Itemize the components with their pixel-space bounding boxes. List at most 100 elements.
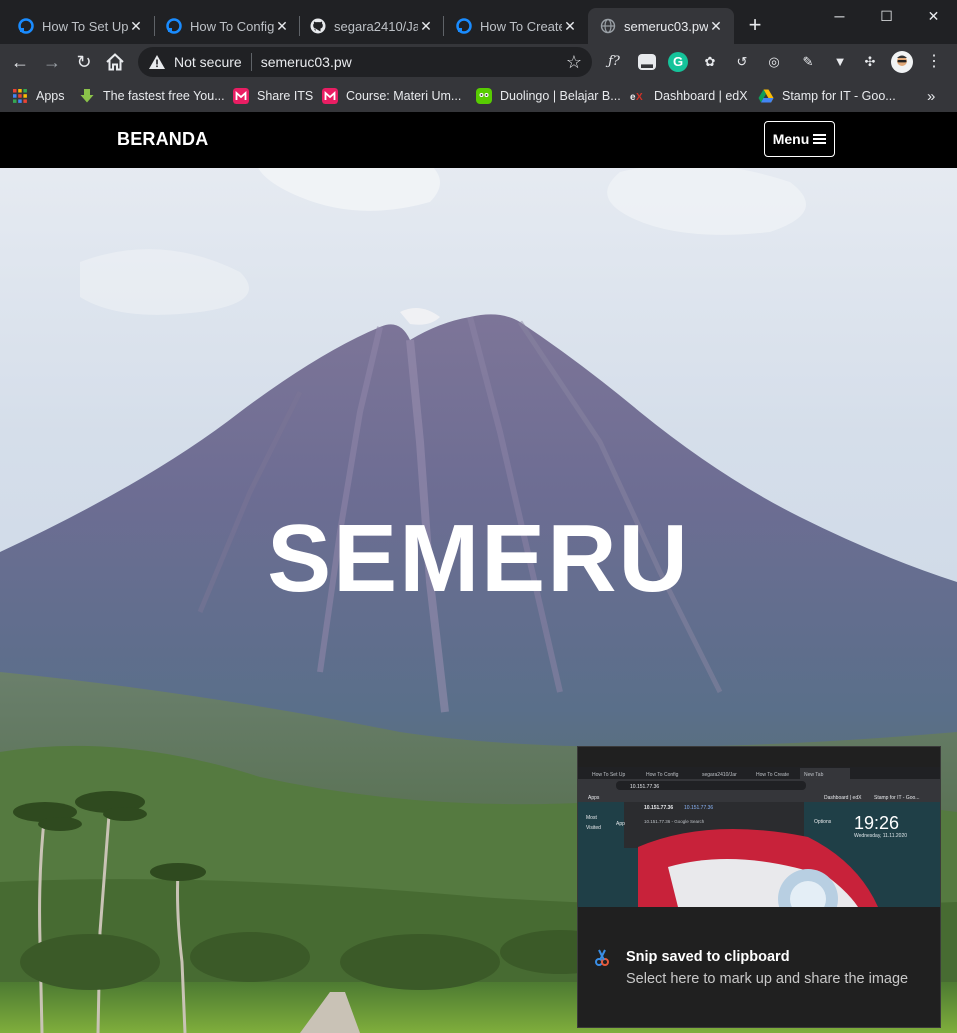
snip-message: Select here to mark up and share the ima… [626, 971, 909, 987]
close-tab-icon[interactable]: ✕ [128, 18, 144, 34]
chat-extension-icon[interactable]: ▬ [638, 54, 656, 71]
thumb-tab-label: segara2410/Jar [702, 772, 737, 778]
svg-text:X: X [636, 92, 643, 103]
digitalocean-icon [456, 18, 472, 34]
close-tab-icon[interactable]: ✕ [274, 18, 290, 34]
reload-icon[interactable]: ↻ [72, 50, 96, 74]
globe-icon [600, 18, 616, 34]
tab-title: How To Set Up [42, 18, 128, 34]
tab-title: semeruc03.pw [624, 18, 708, 34]
m-logo-icon [322, 88, 338, 104]
github-icon [310, 18, 326, 34]
bookmarks-bar: Apps The fastest free You... Share ITS C… [0, 80, 957, 113]
vee-extension-icon[interactable]: ▼ [830, 52, 850, 72]
thumb-bookmark-label: Dashboard | edX [824, 795, 862, 801]
thumb-suggestion: 10.151.77.36 - Google Search [644, 819, 705, 824]
thumb-bookmark-label: Stamp for IT - Goo... [874, 795, 919, 801]
snip-notification[interactable]: How To Set Up How To Config segara2410/J… [577, 746, 941, 1028]
digitalocean-icon [166, 18, 182, 34]
thumb-tab-label: New Tab [804, 772, 824, 778]
tab-title: segara2410/Jar [334, 18, 418, 34]
download-arrow-icon [80, 89, 94, 103]
menu-label: Menu [772, 131, 810, 147]
thumb-app-label: App [616, 821, 625, 827]
bookmark-duolingo[interactable]: Duolingo | Belajar B... [476, 85, 621, 107]
back-icon[interactable]: ← [8, 50, 32, 74]
formula-extension-icon[interactable]: ƒ? [604, 52, 624, 72]
paw-extension-icon[interactable]: ✿ [700, 52, 720, 72]
bookmark-apps[interactable]: Apps [12, 85, 65, 107]
thumb-most-visited: Most [586, 815, 597, 821]
close-tab-icon[interactable]: ✕ [562, 18, 578, 34]
bookmark-label: Dashboard | edX [654, 89, 748, 103]
thumb-clock: 19:26 [854, 813, 899, 833]
tab-semeruc03[interactable]: semeruc03.pw ✕ [588, 8, 734, 44]
thumb-suggestion: 10.151.77.36 [644, 805, 673, 811]
bookmark-label: Share ITS [257, 89, 314, 103]
minimize-button[interactable]: ─ [816, 0, 863, 32]
pen-extension-icon[interactable]: ✎ [798, 52, 818, 72]
site-navbar: BERANDA Menu [0, 112, 957, 168]
thumb-date: Wednesday, 11.11.2020 [854, 833, 907, 839]
new-tab-button[interactable]: + [742, 13, 768, 39]
thumb-omnibox-text: 10.151.77.36 [630, 784, 659, 790]
bookmark-star-icon[interactable]: ☆ [566, 52, 582, 73]
security-label[interactable]: Not secure [174, 54, 242, 70]
extensions-puzzle-icon[interactable]: ✣ [860, 52, 880, 72]
tab-how-to-config[interactable]: How To Config ✕ [154, 8, 300, 44]
close-tab-icon[interactable]: ✕ [708, 18, 724, 34]
thumb-options: Options [814, 819, 832, 825]
tab-title: How To Config [190, 18, 274, 34]
thumb-tab-label: How To Config [646, 772, 679, 778]
tab-segara2410[interactable]: segara2410/Jar ✕ [298, 8, 444, 44]
url-text[interactable]: semeruc03.pw [261, 54, 566, 70]
tab-how-to-set-up[interactable]: How To Set Up ✕ [6, 8, 154, 44]
history-extension-icon[interactable]: ↺ [732, 52, 752, 72]
bookmark-label: Stamp for IT - Goo... [782, 89, 896, 103]
close-tab-icon[interactable]: ✕ [418, 18, 434, 34]
menu-button[interactable]: Menu [764, 121, 835, 157]
tab-strip: How To Set Up ✕ How To Config ✕ segara24… [0, 0, 957, 44]
bookmark-stamp-for-it[interactable]: Stamp for IT - Goo... [758, 85, 896, 107]
hamburger-icon [813, 134, 827, 144]
digitalocean-icon [18, 18, 34, 34]
snipping-tool-icon [595, 949, 609, 966]
maximize-button[interactable]: ☐ [863, 0, 910, 32]
forward-icon[interactable]: → [40, 50, 64, 74]
more-bookmarks-button[interactable]: » [927, 85, 935, 107]
home-icon[interactable] [104, 51, 126, 73]
bookmark-fastest-free[interactable]: The fastest free You... [79, 85, 225, 107]
thumb-bookmark-label: Apps [588, 795, 600, 801]
warning-icon[interactable] [148, 53, 166, 71]
grammarly-icon[interactable]: G [668, 52, 688, 72]
thumb-tab-label: How To Set Up [592, 772, 625, 778]
bookmark-course-materi[interactable]: Course: Materi Um... [322, 85, 461, 107]
duolingo-icon [476, 88, 492, 104]
m-logo-icon [233, 88, 249, 104]
hero-title: SEMERU [267, 505, 690, 612]
tab-title: How To Create [480, 18, 562, 34]
close-window-button[interactable]: ✕ [910, 0, 957, 32]
bookmark-edx[interactable]: eX Dashboard | edX [630, 85, 748, 107]
kebab-menu-icon[interactable]: ⋮ [924, 52, 944, 72]
google-drive-icon [758, 89, 774, 103]
omnibox-divider [250, 53, 252, 71]
bookmark-label: Duolingo | Belajar B... [500, 89, 621, 103]
apps-grid-icon [13, 89, 27, 103]
browser-toolbar: ← → ↻ Not secure semeruc03.pw ☆ ƒ? ▬ G ✿… [0, 44, 957, 80]
target-extension-icon[interactable]: ◎ [764, 52, 784, 72]
profile-avatar[interactable] [891, 51, 913, 73]
address-bar[interactable]: Not secure semeruc03.pw ☆ [138, 47, 592, 77]
bookmark-label: The fastest free You... [103, 89, 225, 103]
tab-how-to-create[interactable]: How To Create ✕ [444, 8, 588, 44]
thumb-tab-label: How To Create [756, 772, 789, 778]
site-brand-link[interactable]: BERANDA [117, 129, 208, 150]
bookmark-label: Course: Materi Um... [346, 89, 462, 103]
bookmark-share-its[interactable]: Share ITS [233, 85, 313, 107]
snip-thumbnail[interactable]: How To Set Up How To Config segara2410/J… [578, 767, 940, 907]
edx-icon: eX [630, 92, 643, 103]
snip-title: Snip saved to clipboard [626, 949, 790, 965]
thumb-most-visited: Visited [586, 825, 601, 831]
bookmark-label: Apps [36, 89, 65, 103]
thumb-suggestion: 10.151.77.36 [684, 805, 713, 811]
